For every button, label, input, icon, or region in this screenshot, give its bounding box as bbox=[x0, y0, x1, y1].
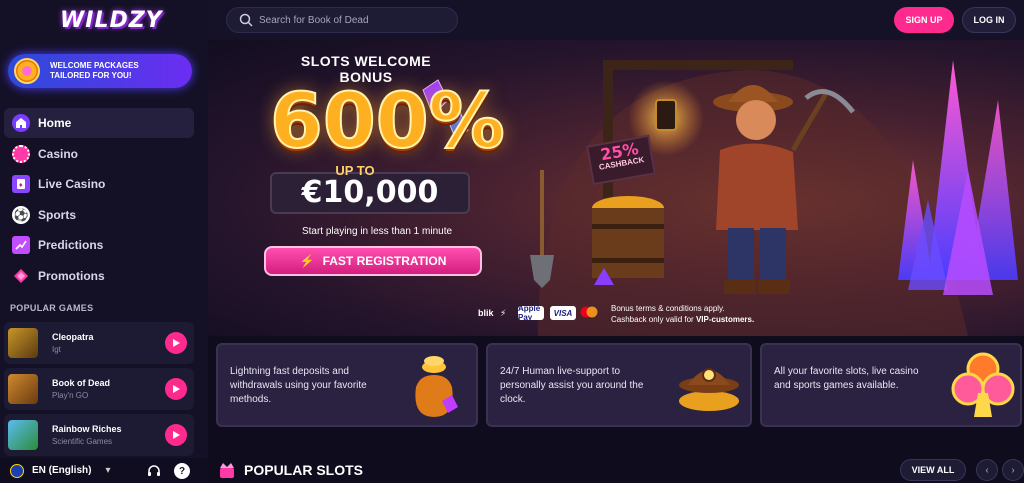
welcome-line-2: TAILORED FOR YOU! bbox=[50, 71, 132, 80]
sidebar-item-home[interactable]: Home bbox=[4, 108, 194, 138]
play-icon bbox=[173, 385, 180, 393]
play-button[interactable] bbox=[165, 332, 187, 354]
diamond-icon bbox=[12, 267, 30, 285]
play-button[interactable] bbox=[165, 424, 187, 446]
search-input[interactable] bbox=[259, 14, 449, 26]
fast-registration-label: FAST REGISTRATION bbox=[322, 254, 447, 268]
sidebar-item-label: Predictions bbox=[38, 238, 104, 252]
sidebar-item-label: Casino bbox=[38, 146, 79, 161]
logo-text: WILDZY bbox=[60, 8, 163, 33]
visa-logo: VISA bbox=[550, 306, 576, 320]
cards-icon: ♦ bbox=[12, 175, 30, 193]
miner-hat-icon bbox=[679, 368, 739, 411]
game-name: Cleopatra bbox=[52, 332, 94, 342]
play-icon bbox=[173, 431, 180, 439]
terms-vip: VIP-customers. bbox=[695, 315, 755, 324]
welcome-packages-banner[interactable]: WELCOME PACKAGES TAILORED FOR YOU! bbox=[8, 54, 192, 88]
popular-game-book-of-dead[interactable]: Book of Dead Play'n GO bbox=[4, 368, 194, 410]
language-selector[interactable]: EN (English) ▾ bbox=[10, 463, 111, 478]
sidebar-item-live-casino[interactable]: ♦ Live Casino bbox=[4, 169, 194, 199]
search-box[interactable] bbox=[226, 7, 458, 33]
view-all-button[interactable]: VIEW ALL bbox=[900, 459, 966, 481]
popular-game-cleopatra[interactable]: Cleopatra Igt bbox=[4, 322, 194, 364]
popular-games-title: POPULAR GAMES bbox=[10, 303, 94, 313]
eu-flag-icon bbox=[10, 463, 24, 478]
sidebar-item-casino[interactable]: Casino bbox=[4, 139, 194, 169]
casino-chip-icon bbox=[12, 144, 30, 163]
game-provider: Play'n GO bbox=[52, 391, 89, 400]
top-bar: SIGN UP LOG IN bbox=[208, 0, 1024, 40]
game-provider: Igt bbox=[52, 345, 61, 354]
soccer-ball-icon: ⚽ bbox=[12, 205, 30, 224]
chevron-left-icon[interactable]: ‹ bbox=[976, 459, 998, 481]
help-icon[interactable]: ? bbox=[174, 463, 190, 479]
logo[interactable]: WILDZY bbox=[60, 8, 162, 36]
hero-subtext: Start playing in less than 1 minute bbox=[301, 226, 453, 237]
game-thumbnail bbox=[8, 420, 38, 450]
home-icon bbox=[12, 114, 30, 132]
feature-text: All your favorite slots, live casino and… bbox=[774, 366, 919, 391]
terms-line-1: Bonus terms & conditions apply. bbox=[611, 304, 725, 313]
svg-text:♦: ♦ bbox=[19, 182, 23, 189]
language-label: EN (English) bbox=[32, 465, 92, 476]
sidebar-nav: Home Casino ♦ Live Casino ⚽ Sports Predi… bbox=[4, 108, 194, 291]
sidebar-item-label: Home bbox=[38, 116, 72, 130]
sidebar: WILDZY WELCOME PACKAGES TAILORED FOR YOU… bbox=[0, 0, 208, 483]
sidebar-item-label: Promotions bbox=[38, 268, 105, 283]
sidebar-item-label: Sports bbox=[38, 207, 77, 222]
predictions-icon bbox=[12, 236, 30, 254]
coin-icon bbox=[14, 58, 40, 84]
popular-game-rainbow-riches[interactable]: Rainbow Riches Scientific Games bbox=[4, 414, 194, 456]
fast-registration-button[interactable]: ⚡ FAST REGISTRATION bbox=[264, 246, 482, 276]
paysafe-icon: ⚡ bbox=[500, 308, 507, 318]
lightning-icon: ⚡ bbox=[299, 254, 315, 268]
sidebar-item-label: Live Casino bbox=[38, 177, 106, 191]
club-gem-icon bbox=[951, 352, 1015, 417]
log-in-button[interactable]: LOG IN bbox=[962, 7, 1016, 33]
terms-line-2: Cashback only valid for bbox=[611, 315, 696, 324]
blik-logo: blik bbox=[478, 308, 494, 318]
game-name: Rainbow Riches bbox=[52, 424, 122, 434]
mastercard-icon bbox=[580, 306, 598, 320]
game-thumbnail bbox=[8, 328, 38, 358]
search-icon bbox=[239, 13, 253, 27]
game-name: Book of Dead bbox=[52, 378, 111, 388]
feature-text: Lightning fast deposits and withdrawals … bbox=[230, 366, 367, 405]
crown-gift-icon bbox=[220, 463, 234, 478]
bonus-amount: €10,000 bbox=[301, 175, 439, 210]
bonus-percent: 600% bbox=[269, 75, 506, 166]
sidebar-item-predictions[interactable]: Predictions bbox=[4, 230, 194, 260]
headset-icon[interactable] bbox=[146, 463, 162, 479]
welcome-line-1: WELCOME PACKAGES bbox=[50, 61, 139, 70]
chevron-right-icon[interactable]: › bbox=[1002, 459, 1024, 481]
play-icon bbox=[173, 339, 180, 347]
chevron-down-icon: ▾ bbox=[105, 465, 111, 476]
popular-slots-header: POPULAR SLOTS VIEW ALL ‹ › bbox=[208, 456, 1024, 483]
bonus-terms: Bonus terms & conditions apply. Cashback… bbox=[611, 303, 754, 325]
sidebar-item-sports[interactable]: ⚽ Sports bbox=[4, 200, 194, 230]
apple-pay-logo: Apple Pay bbox=[518, 304, 544, 322]
sign-up-button[interactable]: SIGN UP bbox=[894, 7, 954, 33]
feature-text: 24/7 Human live-support to personally as… bbox=[500, 366, 644, 405]
popular-slots-title: POPULAR SLOTS bbox=[244, 462, 364, 478]
sidebar-item-promotions[interactable]: Promotions bbox=[4, 261, 194, 291]
language-bar: EN (English) ▾ ? bbox=[0, 458, 208, 483]
feature-card-games: All your favorite slots, live casino and… bbox=[760, 343, 1022, 427]
game-thumbnail bbox=[8, 374, 38, 404]
money-bag-icon bbox=[415, 356, 458, 417]
play-button[interactable] bbox=[165, 378, 187, 400]
feature-card-deposits: Lightning fast deposits and withdrawals … bbox=[216, 343, 478, 427]
hero-banner[interactable]: SLOTS WELCOME BONUS 600% UP TO €10,000 S… bbox=[208, 40, 1024, 336]
game-provider: Scientific Games bbox=[52, 437, 113, 446]
feature-card-support: 24/7 Human live-support to personally as… bbox=[486, 343, 752, 427]
